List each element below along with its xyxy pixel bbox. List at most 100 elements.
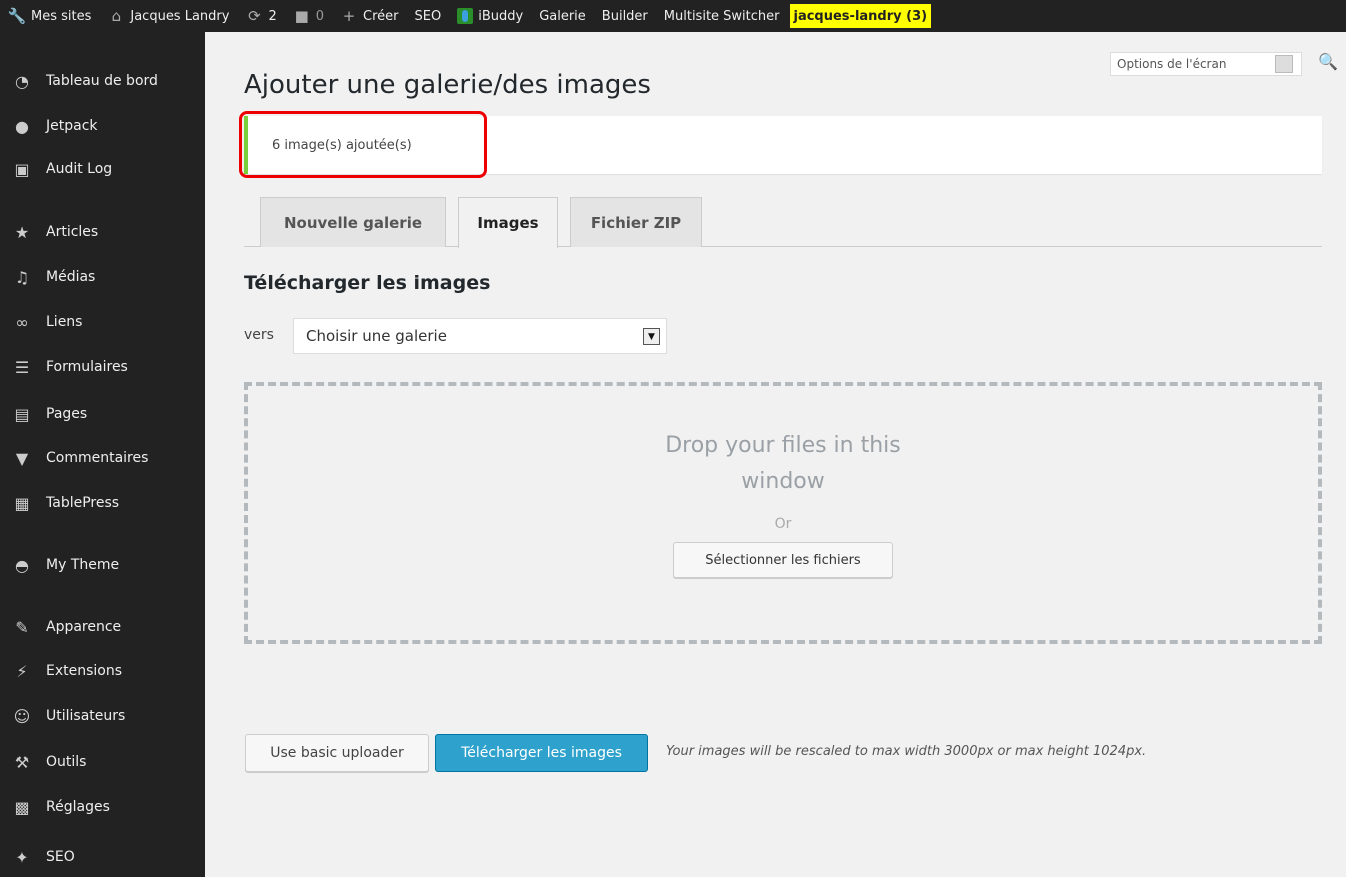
menu-item-forms[interactable]: ☰ Formulaires (0, 347, 205, 387)
upload-images-label: Télécharger les images (461, 745, 622, 761)
menu-item-articles[interactable]: ★ Articles (0, 212, 205, 252)
adminbar-gallery-label: Galerie (539, 8, 586, 24)
menu-item-jetpack[interactable]: ● Jetpack (0, 106, 205, 146)
admin-bar: 🔧 Mes sites ⌂ Jacques Landry ⟳ 2 ■ 0 + C… (0, 0, 1346, 32)
tab-images[interactable]: Images (458, 197, 558, 248)
plus-icon: + (342, 7, 356, 25)
main-content: Options de l'écran 🔍 Ajouter une galerie… (205, 32, 1346, 877)
menu-item-label: TablePress (46, 495, 120, 511)
menu-item-label: Tableau de bord (46, 73, 158, 89)
tab-label: Nouvelle galerie (283, 213, 423, 232)
notice-highlight-outline (239, 111, 487, 178)
tab-bar: Nouvelle galerie Images Fichier ZIP (244, 197, 1322, 248)
adminbar-multisite-switcher[interactable]: Multisite Switcher (656, 0, 788, 32)
select-files-button[interactable]: Sélectionner les fichiers (673, 542, 893, 578)
menu-item-label: SEO (46, 849, 75, 865)
menu-item-label: Utilisateurs (46, 708, 126, 724)
menu-item-tablepress[interactable]: ▦ TablePress (0, 483, 205, 523)
form-icon: ☰ (14, 357, 30, 377)
adminbar-user-account-label: jacques-landry (3) (793, 8, 928, 24)
media-icon: ♫ (14, 267, 30, 287)
adminbar-ibuddy[interactable]: iBuddy (449, 0, 531, 32)
menu-item-media[interactable]: ♫ Médias (0, 257, 205, 297)
gallery-select[interactable]: Choisir une galerie ▼ (293, 318, 667, 354)
menu-item-appearance[interactable]: ✎ Apparence (0, 607, 205, 647)
adminbar-updates[interactable]: ⟳ 2 (237, 0, 284, 32)
audit-log-icon: ▣ (14, 159, 30, 179)
settings-icon: ▩ (14, 797, 30, 817)
adminbar-builder[interactable]: Builder (594, 0, 656, 32)
menu-item-label: Pages (46, 406, 88, 422)
menu-item-my-theme[interactable]: ◓ My Theme (0, 545, 205, 585)
menu-item-label: Audit Log (46, 161, 113, 177)
dropzone-text-line2: window (741, 469, 825, 494)
adminbar-comments-count: 0 (315, 8, 325, 24)
adminbar-ibuddy-label: iBuddy (478, 8, 524, 24)
tab-new-gallery[interactable]: Nouvelle galerie (260, 197, 446, 247)
menu-item-label: Médias (46, 269, 96, 285)
adminbar-seo[interactable]: SEO (407, 0, 450, 32)
users-icon: ☺ (13, 706, 31, 726)
seo-icon: ✦ (15, 847, 29, 867)
search-icon[interactable]: 🔍 (1317, 50, 1339, 72)
menu-item-plugins[interactable]: ⚡ Extensions (0, 651, 205, 691)
menu-item-tools[interactable]: ⚒ Outils (0, 742, 205, 782)
menu-item-settings[interactable]: ▩ Réglages (0, 787, 205, 827)
menu-item-dashboard[interactable]: ◔ Tableau de bord (0, 61, 205, 101)
adminbar-gallery[interactable]: Galerie (531, 0, 594, 32)
menu-item-pages[interactable]: ▤ Pages (0, 394, 205, 434)
refresh-icon: ⟳ (248, 7, 261, 25)
dropzone-text-line1: Drop your files in this (665, 433, 901, 458)
chevron-down-icon[interactable]: ▼ (643, 328, 660, 345)
adminbar-builder-label: Builder (601, 8, 648, 24)
brush-icon: ✎ (15, 617, 29, 637)
adminbar-updates-count: 2 (268, 8, 277, 24)
adminbar-site-name[interactable]: ⌂ Jacques Landry (99, 0, 237, 32)
adminbar-multisite-switcher-label: Multisite Switcher (663, 8, 780, 24)
file-dropzone[interactable]: Drop your files in this window Or Sélect… (244, 382, 1322, 644)
menu-item-links[interactable]: ∞ Liens (0, 302, 205, 342)
menu-item-seo[interactable]: ✦ SEO (0, 837, 205, 877)
link-icon: ∞ (15, 312, 29, 332)
upload-section-title: Télécharger les images (244, 272, 491, 294)
adminbar-new-content[interactable]: + Créer (332, 0, 406, 32)
menu-item-label: Réglages (46, 799, 110, 815)
upload-images-button[interactable]: Télécharger les images (435, 734, 648, 772)
tools-icon: ⚒ (14, 752, 30, 772)
pin-icon: ★ (14, 222, 30, 242)
home-icon: ⌂ (111, 7, 122, 25)
wrench-icon: 🔧 (7, 7, 27, 25)
rescale-note: Your images will be rescaled to max widt… (666, 744, 1147, 759)
menu-item-label: Formulaires (46, 359, 128, 375)
menu-item-label: Outils (46, 754, 87, 770)
theme-icon: ◓ (15, 555, 29, 575)
adminbar-comments[interactable]: ■ 0 (285, 0, 332, 32)
jetpack-icon: ● (15, 116, 29, 136)
pages-icon: ▤ (14, 404, 30, 424)
menu-item-label: Jetpack (46, 118, 98, 134)
adminbar-my-sites[interactable]: 🔧 Mes sites (0, 0, 99, 32)
screen-options-button[interactable]: Options de l'écran (1110, 52, 1302, 76)
menu-item-audit-log[interactable]: ▣ Audit Log (0, 149, 205, 189)
menu-item-label: Extensions (46, 663, 123, 679)
adminbar-user-account[interactable]: jacques-landry (3) (789, 4, 932, 28)
adminbar-site-name-label: Jacques Landry (130, 8, 230, 24)
menu-item-label: Commentaires (46, 450, 149, 466)
adminbar-seo-label: SEO (414, 8, 442, 24)
menu-item-label: My Theme (46, 557, 120, 573)
comment-icon: ■ (294, 7, 309, 25)
comments-icon: ▼ (15, 448, 29, 468)
plugin-icon: ⚡ (16, 661, 28, 681)
menu-item-users[interactable]: ☺ Utilisateurs (0, 696, 205, 736)
tab-zip-file[interactable]: Fichier ZIP (570, 197, 702, 247)
ibuddy-icon (457, 8, 474, 24)
adminbar-my-sites-label: Mes sites (31, 8, 92, 24)
menu-item-label: Articles (46, 224, 99, 240)
tab-label: Images (477, 214, 539, 232)
menu-item-label: Apparence (46, 619, 122, 635)
adminbar-new-content-label: Créer (363, 8, 399, 24)
dropzone-text: Drop your files in this window (248, 428, 1318, 500)
menu-item-comments[interactable]: ▼ Commentaires (0, 438, 205, 478)
basic-uploader-label: Use basic uploader (270, 745, 404, 761)
basic-uploader-button[interactable]: Use basic uploader (245, 734, 429, 772)
